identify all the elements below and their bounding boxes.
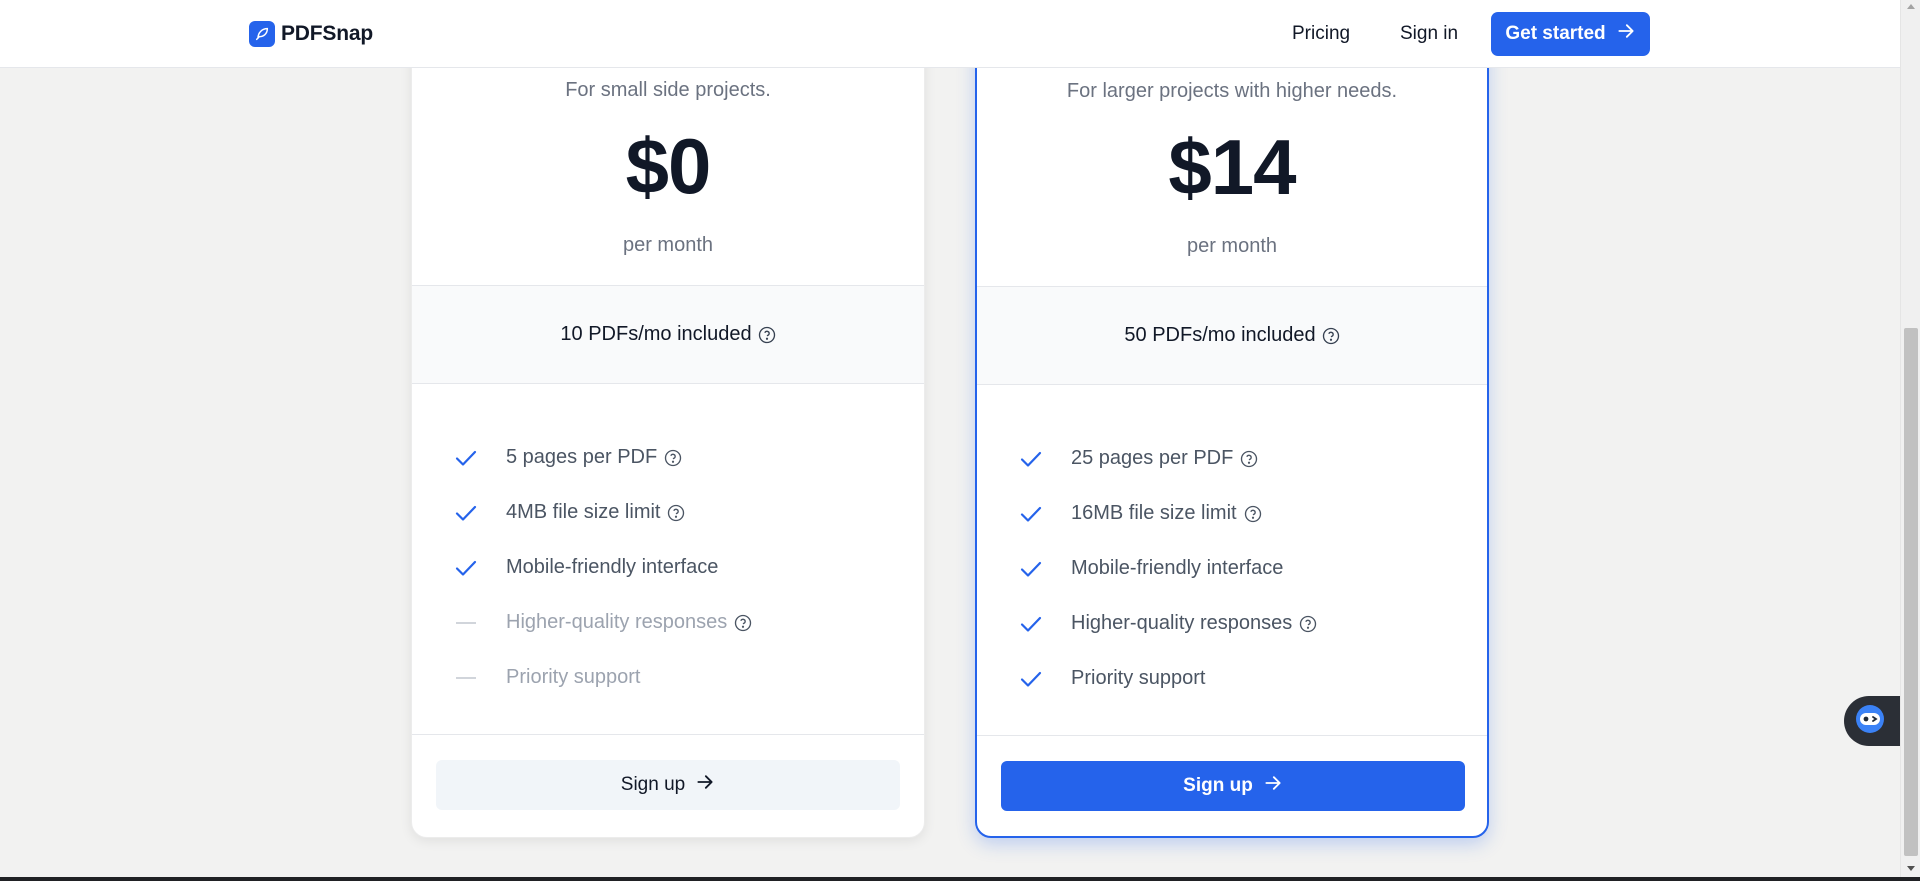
nav-pricing-link[interactable]: Pricing (1292, 23, 1350, 45)
check-icon (454, 556, 506, 580)
divider (977, 735, 1487, 736)
help-circle-icon[interactable] (1299, 615, 1317, 633)
feather-icon (249, 21, 275, 47)
signup-label: Sign up (1183, 775, 1253, 796)
check-icon (1019, 612, 1071, 636)
feature-label: Higher-quality responses (1071, 612, 1293, 634)
plan-tagline: For larger projects with higher needs. (1066, 80, 1398, 102)
help-circle-icon[interactable] (734, 614, 752, 632)
help-circle-icon[interactable] (758, 326, 776, 344)
check-icon (1019, 557, 1071, 581)
plan-quota-label: 50 PDFs/mo included (1124, 324, 1316, 346)
feature-item: Priority support (1019, 651, 1317, 706)
taskbar-edge (0, 877, 1920, 881)
plan-price: $14 (1168, 123, 1296, 211)
feature-item: 16MB file size limit (1019, 486, 1317, 541)
plan-tagline: For small side projects. (565, 79, 771, 101)
check-icon (1019, 447, 1071, 471)
help-circle-icon[interactable] (1244, 505, 1262, 523)
check-icon (454, 446, 506, 470)
vertical-scrollbar[interactable] (1900, 0, 1920, 877)
help-circle-icon[interactable] (1240, 450, 1258, 468)
feature-item: Mobile-friendly interface (454, 540, 752, 595)
arrow-right-icon (1616, 21, 1636, 47)
plan-quota-label: 10 PDFs/mo included (560, 323, 752, 345)
feature-item: Priority support (454, 650, 752, 705)
dash-icon (454, 611, 506, 635)
get-started-button[interactable]: Get started (1491, 12, 1650, 56)
feature-item: Higher-quality responses (454, 595, 752, 650)
help-circle-icon[interactable] (664, 449, 682, 467)
pricing-card-pro: For larger projects with higher needs. $… (975, 20, 1489, 838)
feature-label: 16MB file size limit (1071, 502, 1237, 524)
arrow-right-icon (1263, 773, 1283, 799)
brand-logo[interactable]: PDFSnap (249, 21, 373, 47)
pricing-card-free: For small side projects. $0 per month 10… (411, 20, 925, 838)
divider (412, 734, 924, 735)
scroll-down-arrow-icon[interactable] (1907, 866, 1915, 871)
chat-widget-button[interactable] (1844, 696, 1900, 746)
signup-button-pro[interactable]: Sign up (1001, 761, 1465, 811)
signup-button-free[interactable]: Sign up (436, 760, 900, 810)
scroll-up-arrow-icon[interactable] (1907, 4, 1915, 9)
signup-label: Sign up (620, 774, 686, 795)
feature-item: 25 pages per PDF (1019, 431, 1317, 486)
chat-bot-icon (1855, 704, 1885, 739)
plan-quota: 50 PDFs/mo included (977, 286, 1487, 385)
plan-period: per month (622, 234, 714, 256)
dash-icon (454, 666, 506, 690)
brand-name: PDFSnap (281, 22, 373, 45)
plan-quota: 10 PDFs/mo included (412, 285, 924, 384)
feature-label: 5 pages per PDF (506, 446, 658, 468)
feature-list: 5 pages per PDF 4MB file size limit Mobi… (454, 430, 752, 705)
check-icon (1019, 502, 1071, 526)
check-icon (454, 501, 506, 525)
feature-label: Priority support (506, 666, 641, 688)
feature-label: 25 pages per PDF (1071, 447, 1234, 469)
feature-item: Mobile-friendly interface (1019, 541, 1317, 596)
feature-label: Higher-quality responses (506, 611, 728, 633)
feature-list: 25 pages per PDF 16MB file size limit Mo… (1019, 431, 1317, 706)
plan-period: per month (1186, 235, 1278, 257)
page-viewport: For small side projects. $0 per month 10… (0, 0, 1900, 877)
feature-label: Mobile-friendly interface (506, 556, 719, 578)
get-started-label: Get started (1505, 23, 1606, 44)
arrow-right-icon (695, 772, 715, 798)
nav-sign-in-link[interactable]: Sign in (1400, 23, 1458, 45)
feature-label: Mobile-friendly interface (1071, 557, 1284, 579)
site-header: PDFSnap Pricing Sign in Get started (0, 0, 1900, 68)
plan-price: $0 (625, 122, 712, 210)
scrollbar-thumb[interactable] (1904, 328, 1918, 856)
feature-item: 4MB file size limit (454, 485, 752, 540)
help-circle-icon[interactable] (667, 504, 685, 522)
feature-item: Higher-quality responses (1019, 596, 1317, 651)
help-circle-icon[interactable] (1322, 327, 1340, 345)
feature-label: Priority support (1071, 667, 1206, 689)
check-icon (1019, 667, 1071, 691)
feature-item: 5 pages per PDF (454, 430, 752, 485)
feature-label: 4MB file size limit (506, 501, 661, 523)
